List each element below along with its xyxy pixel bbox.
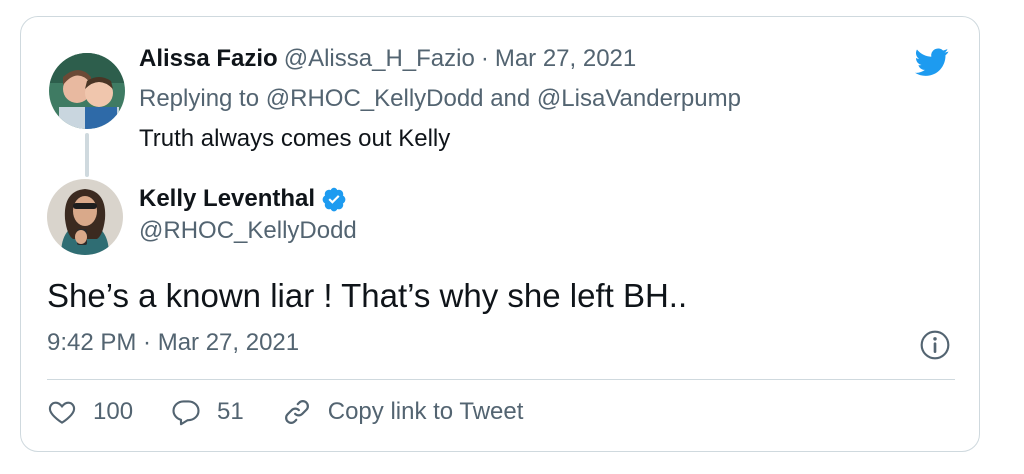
tweet-actions-bar: 100 51 Copy link to Tweet xyxy=(47,397,561,427)
thread-connector xyxy=(85,133,89,177)
mention-link-2[interactable]: @LisaVanderpump xyxy=(537,85,741,112)
like-button[interactable]: 100 xyxy=(47,397,133,427)
avatar-kelly[interactable] xyxy=(47,179,123,255)
reply-bubble-icon xyxy=(172,400,200,426)
original-author-name[interactable]: Alissa Fazio xyxy=(139,45,278,72)
original-tweet-text: Truth always comes out Kelly xyxy=(139,125,451,152)
verified-badge-icon xyxy=(322,187,346,212)
info-icon[interactable] xyxy=(919,329,951,361)
twitter-bird-icon[interactable] xyxy=(911,45,953,79)
replying-to-line: Replying to @RHOC_KellyDodd and @LisaVan… xyxy=(139,85,741,113)
avatar-image xyxy=(49,53,125,129)
tweet-embed-card[interactable]: Alissa Fazio @Alissa_H_Fazio · Mar 27, 2021… xyxy=(20,16,980,452)
reply-author-name-row: Kelly Leventhal xyxy=(139,185,347,213)
avatar-image xyxy=(47,179,123,255)
separator-dot: · xyxy=(480,45,489,72)
original-tweet-date[interactable]: Mar 27, 2021 xyxy=(495,45,636,72)
copy-link-button[interactable]: Copy link to Tweet xyxy=(282,397,524,427)
heart-icon xyxy=(48,401,76,424)
link-icon xyxy=(284,400,309,424)
avatar-alissa[interactable] xyxy=(49,53,125,129)
like-count: 100 xyxy=(93,398,134,425)
original-tweet-header: Alissa Fazio @Alissa_H_Fazio · Mar 27, 2021 xyxy=(139,45,636,73)
replying-prefix: Replying to xyxy=(139,85,260,112)
reply-joiner: and xyxy=(490,85,531,112)
reply-button[interactable]: 51 xyxy=(171,397,244,427)
reply-tweet-text: She’s a known liar ! That’s why she left… xyxy=(47,277,688,314)
mention-link-1[interactable]: @RHOC_KellyDodd xyxy=(266,85,484,112)
tweet-timestamp[interactable]: 9:42 PM · Mar 27, 2021 xyxy=(47,329,299,357)
reply-author-handle[interactable]: @RHOC_KellyDodd xyxy=(139,217,357,245)
reply-author-name[interactable]: Kelly Leventhal xyxy=(139,185,315,213)
reply-count: 51 xyxy=(217,398,244,425)
copy-link-label: Copy link to Tweet xyxy=(327,398,524,425)
original-author-handle[interactable]: @Alissa_H_Fazio xyxy=(284,45,475,72)
actions-divider xyxy=(47,379,955,380)
